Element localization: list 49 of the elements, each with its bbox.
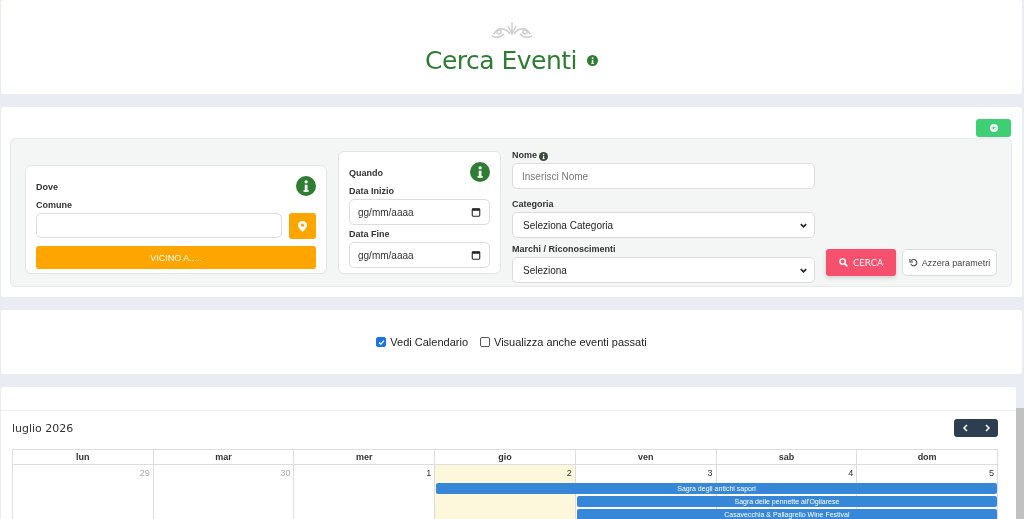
chevron-right-icon [983,424,991,432]
info-icon [470,162,490,182]
date-field[interactable]: gg/mm/aaaa [349,199,490,225]
section-title: Quando [349,167,383,178]
field-label: Comune [36,200,73,210]
ornament-icon [489,19,534,40]
field-label: Data Inizio [349,186,395,196]
weekday-header: mar [153,449,295,465]
info-icon [296,176,316,196]
date-field[interactable]: gg/mm/aaaa [349,242,490,268]
checkbox[interactable] [480,337,490,347]
marks-dropdown[interactable]: Seleziona [512,257,815,283]
checkbox[interactable] [376,337,387,347]
field-label: Data Fine [349,229,391,239]
calendar-icon [471,250,481,260]
day-number: 2 [565,467,573,480]
reset-button[interactable]: Azzera parametri [902,249,997,276]
weekday-header: gio [435,449,576,465]
weekday-header: ven [575,449,717,465]
info-icon [539,152,548,161]
undo-icon [908,258,918,267]
chevron-left-icon [961,424,969,432]
comune-field[interactable] [36,213,282,238]
day-number: 4 [847,467,855,480]
weekday-header: dom [857,449,998,465]
name-field[interactable]: Inserisci Nome [512,163,815,189]
map-pin-icon [298,220,307,232]
info-icon [587,54,599,66]
day-number: 30 [279,467,292,480]
weekday-header: lun [13,449,154,465]
calendar-icon [471,207,481,217]
weekday-header: sab [716,449,858,465]
day-number: 3 [706,467,714,480]
day-number: 1 [425,467,433,480]
checkbox-label: Visualizza anche eventi passati [494,336,647,348]
search-icon [838,258,848,267]
day-number: 5 [987,467,995,480]
close-icon [989,124,998,132]
field-label: Marchi / Riconoscimenti [512,244,617,254]
field-label: Categoria [512,199,555,209]
day-number: 29 [138,467,151,480]
field-label: Nome [512,150,537,160]
section-title: Dove [36,181,58,192]
page-title: Cerca Eventi [424,45,578,75]
checkbox-label: Vedi Calendario [390,336,468,348]
scrollbar[interactable] [1016,408,1024,519]
month-title: luglio 2026 [12,421,74,435]
weekday-header: mer [294,449,436,465]
category-dropdown[interactable]: Seleziona Categoria [512,212,815,238]
